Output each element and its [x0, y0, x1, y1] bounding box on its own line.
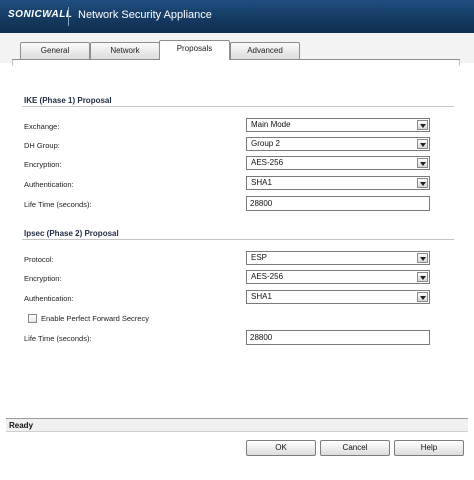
window-title: Network Security Appliance: [78, 9, 212, 21]
chevron-down-icon[interactable]: [417, 158, 428, 168]
tab-proposals[interactable]: Proposals: [159, 40, 230, 60]
pfs-label: Enable Perfect Forward Secrecy: [41, 314, 149, 323]
chevron-down-icon[interactable]: [417, 120, 428, 130]
title-divider: [68, 7, 69, 26]
ike-section-divider: [22, 106, 454, 107]
dh-group-value: Group 2: [251, 139, 280, 148]
ipsec-authentication-select[interactable]: SHA1: [246, 290, 430, 304]
ike-lifetime-input[interactable]: 28800: [246, 196, 430, 211]
ok-button[interactable]: OK: [246, 440, 316, 456]
chevron-down-icon[interactable]: [417, 292, 428, 302]
protocol-label: Protocol:: [24, 255, 54, 264]
ike-authentication-select[interactable]: SHA1: [246, 176, 430, 190]
tab-general[interactable]: General: [20, 42, 90, 59]
ike-lifetime-value: 28800: [250, 199, 273, 208]
ike-encryption-select[interactable]: AES-256: [246, 156, 430, 170]
ipsec-authentication-label: Authentication:: [24, 294, 74, 303]
ipsec-lifetime-label: Life Time (seconds):: [24, 334, 92, 343]
chevron-down-icon[interactable]: [417, 253, 428, 263]
tab-advanced[interactable]: Advanced: [230, 42, 300, 59]
exchange-value: Main Mode: [251, 120, 291, 129]
ike-section-heading: IKE (Phase 1) Proposal: [24, 96, 112, 105]
ipsec-section-divider: [22, 239, 454, 240]
cancel-button[interactable]: Cancel: [320, 440, 390, 456]
title-bar: SONICWALL Network Security Appliance: [0, 0, 474, 33]
dh-group-select[interactable]: Group 2: [246, 137, 430, 151]
status-bar: Ready: [6, 419, 468, 432]
ike-authentication-label: Authentication:: [24, 180, 74, 189]
ike-authentication-value: SHA1: [251, 178, 272, 187]
tab-panel-edge: [12, 60, 460, 66]
ipsec-section-heading: Ipsec (Phase 2) Proposal: [24, 229, 119, 238]
ipsec-encryption-label: Encryption:: [24, 274, 62, 283]
pfs-checkbox[interactable]: [28, 314, 37, 323]
ike-lifetime-label: Life Time (seconds):: [24, 200, 92, 209]
chevron-down-icon[interactable]: [417, 272, 428, 282]
ipsec-encryption-select[interactable]: AES-256: [246, 270, 430, 284]
ipsec-lifetime-value: 28800: [250, 333, 273, 342]
sonicwall-logo: SONICWALL: [8, 9, 73, 20]
chevron-down-icon[interactable]: [417, 139, 428, 149]
ike-encryption-label: Encryption:: [24, 160, 62, 169]
chevron-down-icon[interactable]: [417, 178, 428, 188]
ipsec-authentication-value: SHA1: [251, 292, 272, 301]
protocol-value: ESP: [251, 253, 268, 262]
help-button[interactable]: Help: [394, 440, 464, 456]
dh-group-label: DH Group:: [24, 141, 60, 150]
ike-encryption-value: AES-256: [251, 158, 284, 167]
ipsec-encryption-value: AES-256: [251, 272, 284, 281]
status-text: Ready: [9, 421, 34, 430]
exchange-select[interactable]: Main Mode: [246, 118, 430, 132]
tab-network[interactable]: Network: [90, 42, 160, 59]
protocol-select[interactable]: ESP: [246, 251, 430, 265]
exchange-label: Exchange:: [24, 122, 60, 131]
ipsec-lifetime-input[interactable]: 28800: [246, 330, 430, 345]
